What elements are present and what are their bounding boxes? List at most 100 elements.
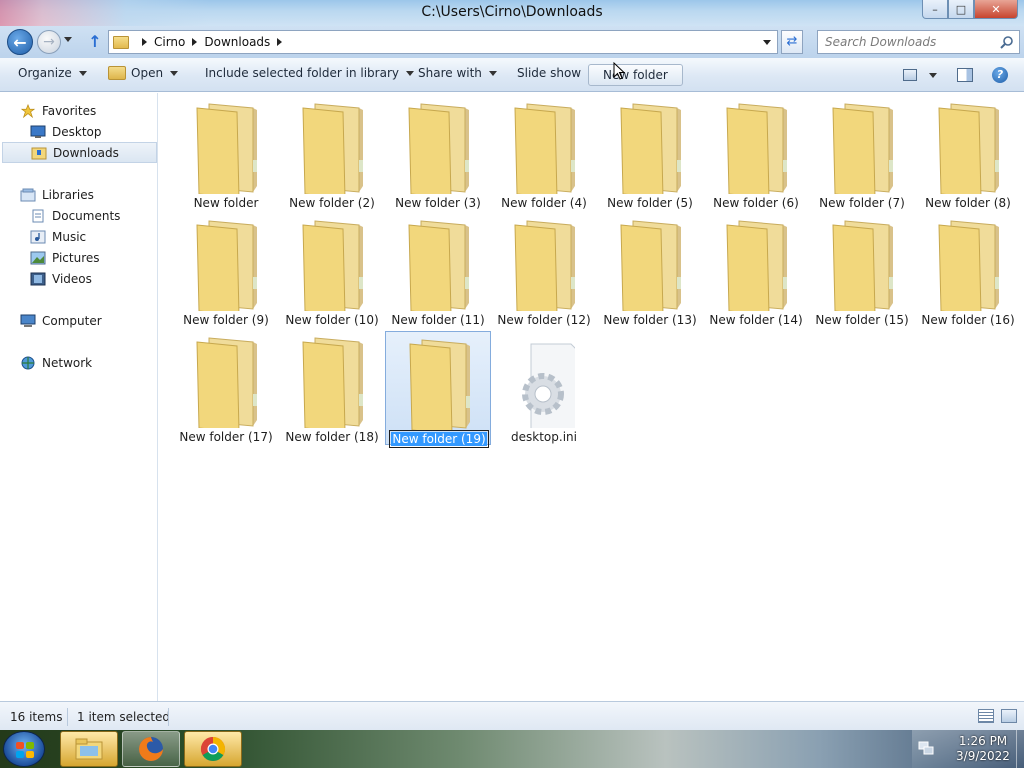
folder-item[interactable]: New folder (6) bbox=[703, 96, 809, 210]
item-name: New folder (15) bbox=[815, 313, 909, 327]
folder-icon bbox=[196, 103, 257, 194]
item-name: New folder (5) bbox=[607, 196, 693, 210]
up-folder-icon[interactable]: ↑ bbox=[87, 32, 103, 52]
taskbar-explorer-button[interactable] bbox=[60, 731, 118, 767]
mouse-cursor-icon bbox=[613, 62, 625, 80]
star-icon bbox=[20, 103, 36, 118]
start-button[interactable] bbox=[3, 731, 45, 767]
navigation-pane: Favorites Desktop Downloads Libraries Do… bbox=[0, 93, 158, 701]
folder-item[interactable]: New folder (12) bbox=[491, 213, 597, 327]
address-input[interactable]: Cirno Downloads bbox=[108, 30, 778, 54]
folder-item[interactable]: New folder (16) bbox=[915, 213, 1021, 327]
include-label: Include selected folder in library bbox=[205, 66, 399, 80]
item-name: New folder (10) bbox=[285, 313, 379, 327]
item-label: New folder (5) bbox=[597, 196, 703, 210]
music-icon bbox=[30, 230, 46, 243]
item-name: New folder (11) bbox=[391, 313, 485, 327]
explorer-folder-icon bbox=[75, 738, 103, 760]
sidebar-label: Network bbox=[42, 355, 93, 370]
folder-item[interactable]: New folder (13) bbox=[597, 213, 703, 327]
item-label: New folder (18) bbox=[279, 430, 385, 444]
file-list-view[interactable]: New folder New folder (2) New folder (3)… bbox=[159, 93, 1024, 701]
breadcrumb-cirno[interactable]: Cirno bbox=[154, 35, 185, 49]
item-label: New folder (15) bbox=[809, 313, 915, 327]
slide-show-button[interactable]: Slide show bbox=[517, 66, 581, 80]
sidebar-item-desktop[interactable]: Desktop bbox=[30, 121, 102, 142]
chevron-down-icon bbox=[488, 70, 497, 76]
clock[interactable]: 1:26 PM 3/9/2022 bbox=[948, 734, 1018, 764]
organize-button[interactable]: Organize bbox=[18, 66, 87, 80]
include-in-library-button[interactable]: Include selected folder in library bbox=[205, 66, 414, 80]
sidebar-item-music[interactable]: Music bbox=[30, 226, 86, 247]
share-with-button[interactable]: Share with bbox=[418, 66, 497, 80]
search-box[interactable] bbox=[817, 30, 1020, 54]
folder-item[interactable]: New folder (8) bbox=[915, 96, 1021, 210]
breadcrumb-separator[interactable] bbox=[277, 38, 283, 46]
taskbar-firefox-button[interactable] bbox=[122, 731, 180, 767]
search-icon[interactable] bbox=[1000, 35, 1014, 49]
minimize-button[interactable]: – bbox=[922, 0, 948, 19]
folder-item[interactable]: New folder (2) bbox=[279, 96, 385, 210]
large-icons-view-icon[interactable] bbox=[1001, 709, 1017, 723]
folder-item[interactable]: New folder (11) bbox=[385, 213, 491, 327]
sidebar-item-videos[interactable]: Videos bbox=[30, 268, 92, 289]
details-view-icon[interactable] bbox=[978, 709, 994, 723]
file-item[interactable]: desktop.ini bbox=[491, 330, 597, 444]
rename-field[interactable]: New folder (19) bbox=[386, 430, 492, 448]
folder-item[interactable]: New folder (5) bbox=[597, 96, 703, 210]
network-status-icon[interactable] bbox=[918, 741, 934, 755]
preview-pane-button[interactable] bbox=[957, 65, 973, 85]
open-button[interactable]: Open bbox=[108, 66, 179, 80]
change-view-button[interactable] bbox=[903, 65, 937, 85]
folder-icon bbox=[408, 220, 469, 311]
item-name[interactable]: New folder (19) bbox=[389, 430, 489, 448]
folder-icon bbox=[302, 220, 363, 311]
sidebar-item-computer[interactable]: Computer bbox=[20, 310, 102, 331]
back-arrow-icon: ← bbox=[13, 32, 27, 52]
sidebar-label: Documents bbox=[52, 208, 121, 223]
folder-item[interactable]: New folder (17) bbox=[173, 330, 279, 444]
sidebar-item-downloads[interactable]: Downloads bbox=[2, 142, 157, 163]
item-name: New folder (8) bbox=[925, 196, 1011, 210]
folder-item[interactable]: New folder (18) bbox=[279, 330, 385, 444]
folder-icon bbox=[514, 103, 575, 194]
forward-arrow-icon: → bbox=[43, 34, 55, 50]
sidebar-item-favorites[interactable]: Favorites bbox=[20, 100, 96, 121]
folder-item[interactable]: New folder (15) bbox=[809, 213, 915, 327]
sidebar-item-libraries[interactable]: Libraries bbox=[20, 184, 94, 205]
help-button[interactable]: ? bbox=[992, 65, 1008, 85]
search-input[interactable] bbox=[818, 31, 993, 53]
sidebar-item-documents[interactable]: Documents bbox=[30, 205, 120, 226]
address-history-dropdown[interactable] bbox=[763, 40, 771, 45]
folder-icon bbox=[938, 103, 999, 194]
item-label: New folder (7) bbox=[809, 196, 915, 210]
breadcrumb-separator[interactable] bbox=[192, 38, 198, 46]
new-folder-button[interactable]: New folder bbox=[588, 64, 683, 86]
sidebar-item-network[interactable]: Network bbox=[20, 352, 92, 373]
recent-pages-dropdown[interactable] bbox=[64, 37, 72, 42]
close-button[interactable]: ✕ bbox=[974, 0, 1018, 19]
folder-item[interactable]: New folder (14) bbox=[703, 213, 809, 327]
item-name: New folder (12) bbox=[497, 313, 591, 327]
folder-icon bbox=[196, 220, 257, 311]
folder-item[interactable]: New folder (3) bbox=[385, 96, 491, 210]
help-icon: ? bbox=[992, 67, 1008, 83]
back-button[interactable]: ← bbox=[7, 29, 33, 55]
refresh-button[interactable]: ⇄ bbox=[781, 30, 803, 54]
folder-item[interactable]: New folder bbox=[173, 96, 279, 210]
folder-item[interactable]: New folder (9) bbox=[173, 213, 279, 327]
folder-item[interactable]: New folder (7) bbox=[809, 96, 915, 210]
folder-item[interactable]: New folder (10) bbox=[279, 213, 385, 327]
item-label: New folder (4) bbox=[491, 196, 597, 210]
item-name: New folder (2) bbox=[289, 196, 375, 210]
folder-item-selected[interactable]: New folder (19) bbox=[385, 331, 492, 448]
folder-item[interactable]: New folder (4) bbox=[491, 96, 597, 210]
breadcrumb-downloads[interactable]: Downloads bbox=[204, 35, 270, 49]
breadcrumb-separator[interactable] bbox=[142, 38, 147, 46]
chevron-down-icon bbox=[170, 70, 179, 76]
taskbar-chrome-button[interactable] bbox=[184, 731, 242, 767]
show-desktop-button[interactable] bbox=[1016, 730, 1024, 768]
forward-button[interactable]: → bbox=[37, 30, 61, 54]
sidebar-item-pictures[interactable]: Pictures bbox=[30, 247, 100, 268]
maximize-button[interactable]: □ bbox=[948, 0, 974, 19]
